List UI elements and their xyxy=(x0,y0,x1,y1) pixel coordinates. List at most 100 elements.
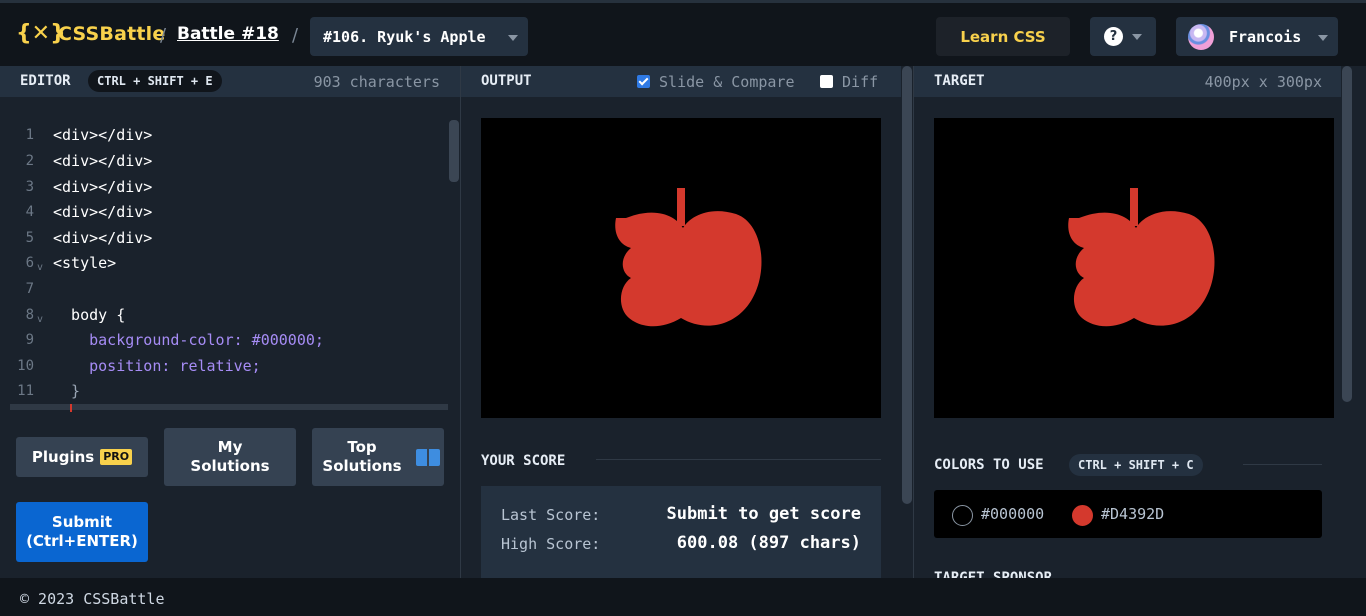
slide-compare-label: Slide & Compare xyxy=(659,73,795,91)
editor-title: EDITOR xyxy=(20,73,71,89)
chevron-down-icon xyxy=(508,35,518,41)
section-divider xyxy=(1243,464,1322,465)
target-select[interactable]: #106. Ryuk's Apple xyxy=(310,17,528,56)
color-label[interactable]: #000000 xyxy=(981,505,1044,523)
scrollbar-thumb[interactable] xyxy=(902,66,912,504)
diff-label: Diff xyxy=(842,73,879,91)
colors-shortcut-badge: CTRL + SHIFT + C xyxy=(1069,454,1203,476)
output-title: OUTPUT xyxy=(481,73,532,89)
code-text: position: relative; xyxy=(53,357,261,375)
avatar xyxy=(1188,24,1214,50)
character-count: 903 characters xyxy=(313,73,440,91)
last-score-label: Last Score: xyxy=(501,506,601,524)
user-menu-button[interactable]: Francois xyxy=(1176,17,1338,56)
code-text: <div></div> xyxy=(53,178,153,196)
code-line: 7 xyxy=(0,279,446,305)
colors-palette: #000000 #D4392D xyxy=(934,490,1322,538)
line-number: 5 xyxy=(25,230,34,246)
code-editor[interactable]: 1 <div></div> 2 <div></div> 3 <div></div… xyxy=(0,97,460,410)
line-number: 8 xyxy=(25,307,34,323)
logo-mark-icon: {✕} xyxy=(16,21,66,46)
chevron-down-icon xyxy=(1132,34,1142,40)
code-line: 4 <div></div> xyxy=(0,202,446,228)
diff-toggle[interactable]: Diff xyxy=(820,73,878,91)
target-title: TARGET xyxy=(934,73,985,89)
top-solutions-button[interactable]: Top Solutions xyxy=(312,428,444,486)
diff-checkbox[interactable] xyxy=(820,75,833,88)
learn-css-button[interactable]: Learn CSS xyxy=(936,17,1070,56)
line-number: 10 xyxy=(17,358,34,374)
apple-target-image xyxy=(1068,188,1215,327)
slide-compare-toggle[interactable]: Slide & Compare xyxy=(637,73,795,91)
breadcrumb-separator: / xyxy=(160,25,167,46)
line-number: 3 xyxy=(25,179,34,195)
user-name: Francois xyxy=(1229,28,1302,46)
code-text: <div></div> xyxy=(53,229,153,247)
code-line: 9 background-color: #000000; xyxy=(0,330,446,356)
editor-shortcut-badge: CTRL + SHIFT + E xyxy=(88,70,222,92)
code-text: <div></div> xyxy=(53,152,153,170)
top-solutions-label: Top Solutions xyxy=(322,438,402,475)
help-menu-button[interactable]: ? xyxy=(1090,17,1156,56)
top-bar: {✕} CSSBattle / Battle #18 / #106. Ryuk'… xyxy=(0,0,1366,66)
target-sponsor-title: TARGET SPONSOR xyxy=(934,570,1053,578)
editor-horizontal-scrollbar[interactable] xyxy=(10,404,448,410)
high-score-value: 600.08 (897 chars) xyxy=(676,533,861,553)
question-icon: ? xyxy=(1104,27,1123,46)
copyright-text: © 2023 CSSBattle xyxy=(20,590,165,608)
footer: © 2023 CSSBattle xyxy=(0,578,1366,616)
code-line: 8 v body { xyxy=(0,305,446,331)
target-select-label: #106. Ryuk's Apple xyxy=(323,27,486,46)
editor-scrollbar[interactable] xyxy=(448,118,460,409)
slide-compare-checkbox[interactable] xyxy=(637,75,650,88)
code-line: 1 <div></div> xyxy=(0,125,446,151)
line-number: 6 xyxy=(25,255,34,271)
panel-divider[interactable] xyxy=(460,66,461,578)
editor-header: EDITOR CTRL + SHIFT + E 903 characters xyxy=(0,66,460,97)
line-number: 4 xyxy=(25,204,34,220)
line-number: 2 xyxy=(25,153,34,169)
line-number: 9 xyxy=(25,332,34,348)
color-label[interactable]: #D4392D xyxy=(1101,505,1164,523)
code-line: 6 v <style> xyxy=(0,253,446,279)
breadcrumb-separator: / xyxy=(292,25,299,46)
scrollbar-thumb[interactable] xyxy=(449,120,459,182)
battle-link[interactable]: Battle #18 xyxy=(177,24,279,44)
cssbattle-logo[interactable]: {✕} CSSBattle xyxy=(16,21,165,47)
scrollbar-thumb[interactable] xyxy=(1342,66,1352,402)
color-swatch-red[interactable] xyxy=(1072,505,1093,526)
line-number: 11 xyxy=(17,383,34,399)
code-line: 10 position: relative; xyxy=(0,356,446,382)
book-icon xyxy=(416,448,440,466)
my-solutions-button[interactable]: My Solutions xyxy=(164,428,296,486)
target-canvas xyxy=(934,118,1334,418)
last-score-value: Submit to get score xyxy=(666,504,861,524)
code-line: 3 <div></div> xyxy=(0,177,446,203)
fold-chevron-icon[interactable]: v xyxy=(37,258,43,278)
code-text: } xyxy=(53,382,81,400)
code-line: 2 <div></div> xyxy=(0,151,446,177)
code-text: background-color: #000000; xyxy=(53,331,324,349)
fold-chevron-icon[interactable]: v xyxy=(37,310,43,330)
code-line: 5 <div></div> xyxy=(0,228,446,254)
target-dimensions: 400px x 300px xyxy=(1204,73,1322,91)
code-text: <style> xyxy=(53,254,117,272)
plugins-label: Plugins xyxy=(31,447,95,466)
apple-output-drawing xyxy=(615,188,762,327)
code-text: <div></div> xyxy=(53,203,153,221)
output-header: OUTPUT Slide & Compare Diff xyxy=(461,66,901,97)
code-text: <div></div> xyxy=(53,126,153,144)
color-swatch-black[interactable] xyxy=(952,505,973,526)
submit-button[interactable]: Submit (Ctrl+ENTER) xyxy=(16,502,148,562)
target-scrollbar[interactable] xyxy=(1341,66,1353,406)
logo-text: CSSBattle xyxy=(58,23,166,45)
line-number: 7 xyxy=(25,281,34,297)
chevron-down-icon xyxy=(1318,35,1328,41)
score-panel: Last Score: Submit to get score High Sco… xyxy=(481,486,881,578)
output-scrollbar[interactable] xyxy=(901,66,913,506)
plugins-button[interactable]: Plugins PRO xyxy=(16,437,148,477)
code-text: body { xyxy=(53,306,126,324)
line-number: 1 xyxy=(25,127,34,143)
panel-divider[interactable] xyxy=(913,66,914,578)
output-canvas[interactable] xyxy=(481,118,881,418)
